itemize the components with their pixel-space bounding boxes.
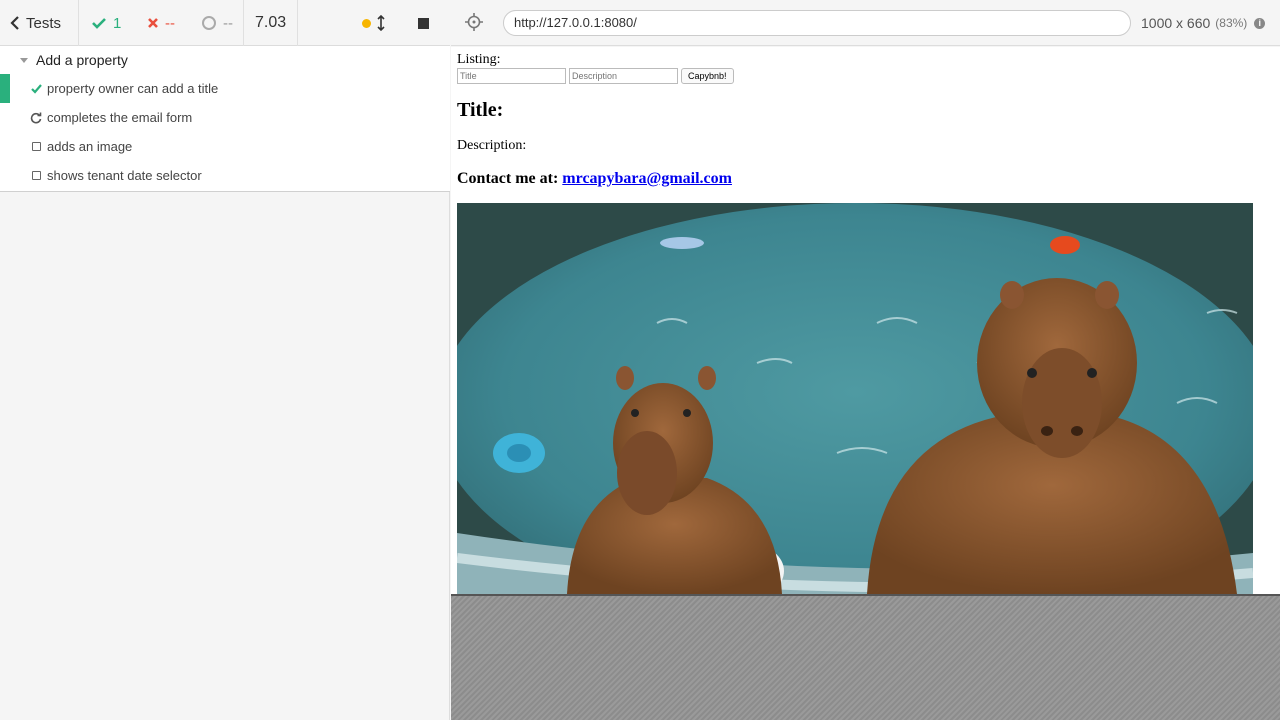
passed-count: 1 [92,0,121,46]
description-input[interactable] [569,68,678,84]
circle-notch-icon [202,16,216,30]
crosshairs-icon [465,13,483,31]
test-reporter-panel: Tests 1 -- -- 7.03 Add a property proper… [0,0,450,720]
test-row[interactable]: completes the email form [0,103,450,132]
caret-down-icon [20,57,28,63]
description-label: Description: [457,138,527,153]
app-under-test: Listing: Capybnb! Title: Description: Co… [451,47,1280,594]
failed-count: -- [147,0,175,46]
selector-playground-button[interactable] [465,13,483,36]
check-icon [92,18,106,29]
viewport-size: 1000 x 660 [1141,15,1211,31]
title-input[interactable] [457,68,566,84]
test-row[interactable]: adds an image [0,132,450,161]
duration: 7.03 [255,0,286,46]
divider [78,0,79,46]
checkbox-icon [30,171,42,180]
check-icon [30,83,42,94]
contact-line: Contact me at: mrcapybara@gmail.com [457,170,732,188]
pending-value: -- [223,14,233,32]
arrows-vertical-icon [377,15,385,31]
divider [297,0,298,46]
passed-indicator [0,74,10,103]
viewport-background [451,594,1280,720]
stop-icon [418,17,429,29]
submit-button[interactable]: Capybnb! [681,68,734,84]
test-title: adds an image [47,139,133,154]
url-text: http://127.0.0.1:8080/ [514,15,637,30]
viewport-scale: (83%) [1215,16,1248,30]
title-heading: Title: [457,99,504,121]
x-icon [148,18,158,28]
stats-bar: Tests 1 -- -- 7.03 [0,0,450,46]
contact-prefix: Contact me at: [457,170,559,187]
chevron-left-icon [10,16,19,30]
passed-value: 1 [113,14,122,32]
suite-row[interactable]: Add a property [0,46,450,74]
stop-button[interactable] [418,0,429,46]
test-row[interactable]: property owner can add a title [0,74,450,103]
pending-count: -- [201,0,233,46]
runnables-list: Add a property property owner can add a … [0,46,450,192]
test-title: shows tenant date selector [47,168,202,183]
contact-email-link[interactable]: mrcapybara@gmail.com [562,170,732,187]
checkbox-icon [30,142,42,151]
listing-label: Listing: [457,52,501,67]
app-header: http://127.0.0.1:8080/ 1000 x 660 (83%) … [451,0,1280,46]
suite-title: Add a property [36,52,128,68]
url-bar[interactable]: http://127.0.0.1:8080/ [503,10,1131,36]
test-title: completes the email form [47,110,193,125]
test-title: property owner can add a title [47,81,219,96]
divider [243,0,244,46]
tests-button[interactable]: Tests [10,0,61,46]
duration-value: 7.03 [255,14,287,31]
info-icon: i [1254,17,1266,29]
test-row[interactable]: shows tenant date selector [0,161,450,190]
running-indicator-icon [362,18,371,28]
tests-label: Tests [26,14,62,32]
viewport-info[interactable]: 1000 x 660 (83%) i [1141,0,1266,46]
refresh-icon [30,112,42,124]
auto-scroll-toggle[interactable] [362,0,385,46]
capybara-photo [457,203,1253,594]
failed-value: -- [165,14,175,32]
